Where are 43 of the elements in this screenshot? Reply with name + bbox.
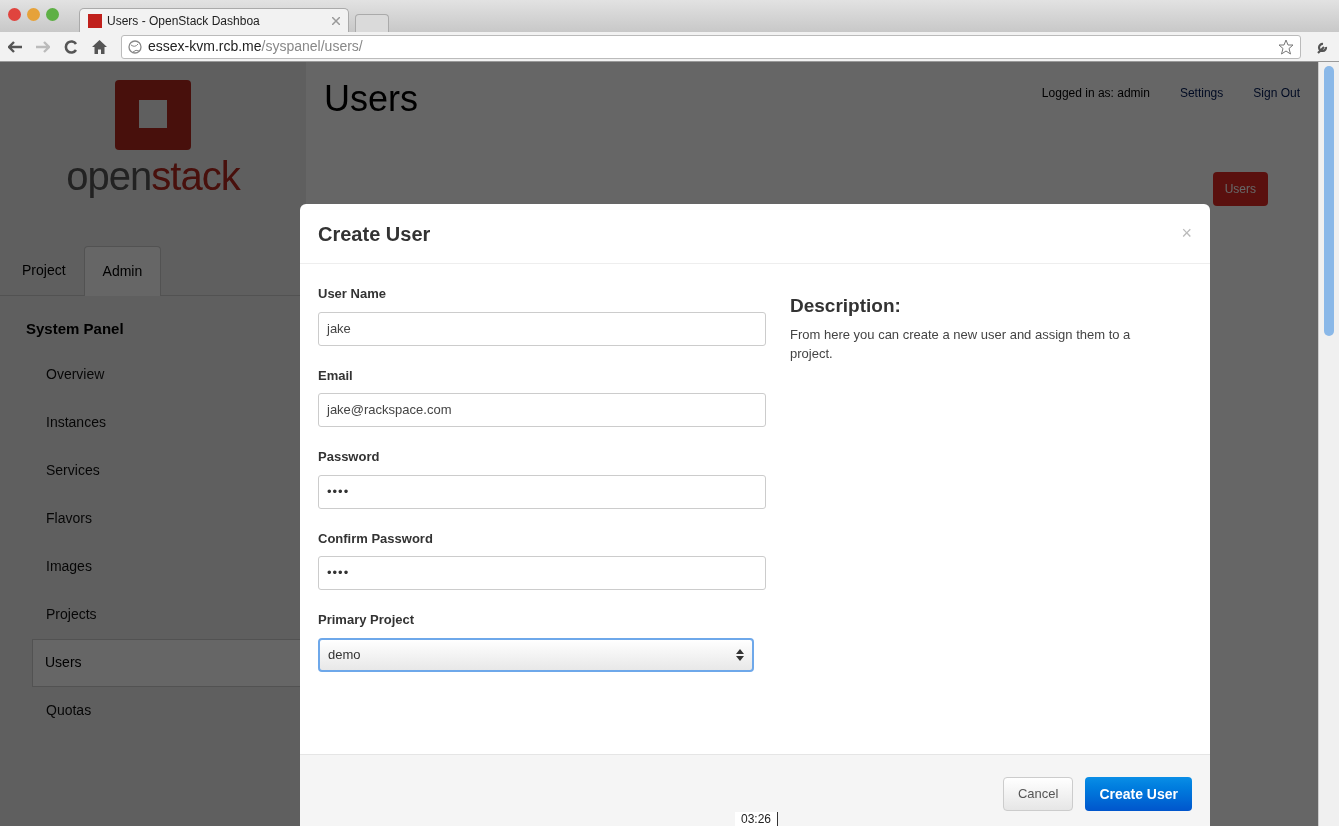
header-link[interactable]: Settings xyxy=(1179,84,1224,102)
password-field[interactable]: •••• xyxy=(318,474,766,509)
dialog-title: Create User xyxy=(318,221,431,247)
new-tab-button[interactable] xyxy=(355,14,389,32)
input-field[interactable]: jake xyxy=(318,311,766,346)
forward-icon[interactable] xyxy=(36,40,50,53)
star-icon[interactable] xyxy=(1278,38,1294,55)
description-heading: Description: xyxy=(790,294,902,318)
address-bar[interactable]: essex-kvm.rcb.me/syspanel/users/ xyxy=(121,34,1301,59)
header-link[interactable]: Sign Out xyxy=(1253,84,1300,102)
field-label: Email xyxy=(318,366,354,385)
url-text: essex-kvm.rcb.me/syspanel/users/ xyxy=(148,37,363,56)
field-label: Password xyxy=(318,448,381,466)
field-label: Primary Project xyxy=(318,611,416,629)
reload-icon[interactable] xyxy=(64,39,78,54)
minimize-window-icon[interactable] xyxy=(27,7,40,21)
description-text: From here you can create a new user and assign them to a project. xyxy=(790,325,1132,363)
close-window-icon[interactable] xyxy=(8,7,21,21)
stepper-icon xyxy=(736,648,744,661)
sidebar-tab[interactable]: Admin xyxy=(83,246,162,296)
logo-text: openstack xyxy=(66,156,240,196)
section-heading: System Panel xyxy=(25,319,125,339)
field-label: Confirm Password xyxy=(318,529,434,548)
logged-in-text: Logged in as: admin xyxy=(1041,85,1150,102)
project-select[interactable]: demo xyxy=(318,637,754,672)
close-button[interactable]: × xyxy=(1181,220,1192,247)
password-field[interactable]: •••• xyxy=(318,556,766,590)
create-user-button[interactable]: Create User xyxy=(1085,777,1192,811)
tab-title: Users - OpenStack Dashboa xyxy=(107,12,260,30)
scrollbar-thumb[interactable] xyxy=(1324,66,1334,336)
video-timestamp: 03:26 xyxy=(735,812,779,826)
favicon-icon xyxy=(88,13,102,28)
maximize-window-icon[interactable] xyxy=(46,7,59,21)
close-tab-icon[interactable] xyxy=(332,16,340,25)
create-button[interactable]: Users xyxy=(1212,172,1268,206)
sidebar-tab[interactable]: Project xyxy=(4,246,84,295)
field-label: User Name xyxy=(318,285,387,303)
page-title: Users xyxy=(324,77,418,121)
home-icon[interactable] xyxy=(92,39,107,54)
cancel-button[interactable]: Cancel xyxy=(1002,777,1074,811)
back-icon[interactable] xyxy=(8,40,22,53)
input-field[interactable]: jake@rackspace.com xyxy=(318,393,766,427)
browser-tab[interactable]: Users - OpenStack Dashboa xyxy=(79,8,349,32)
